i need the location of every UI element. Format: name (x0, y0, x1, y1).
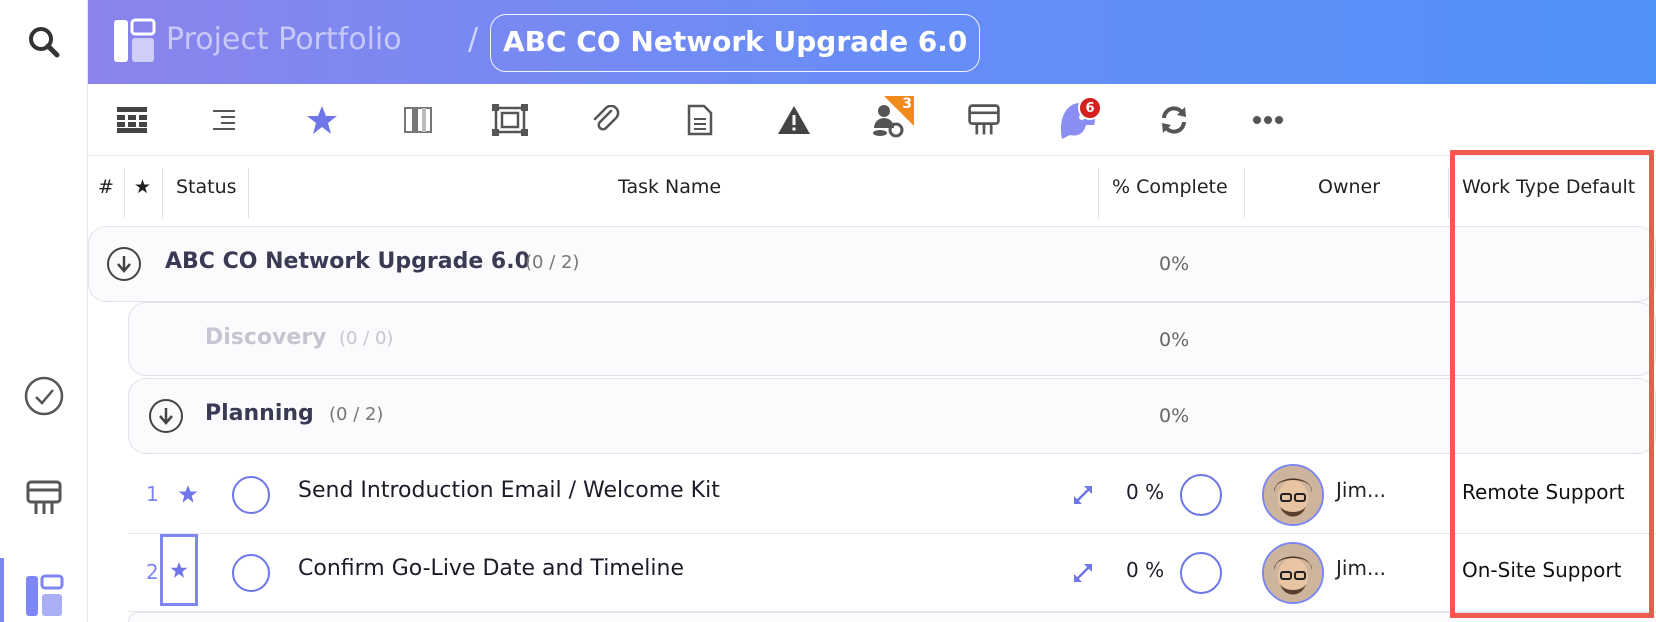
header-bar: Project Portfolio / ABC CO Network Upgra… (88, 0, 1656, 84)
group-pct: 0% (1159, 253, 1190, 275)
group-pct: 0% (1159, 329, 1190, 351)
group-title: Planning (205, 401, 314, 426)
next-row-edge (128, 612, 1656, 622)
col-pct-complete[interactable]: % Complete (1112, 176, 1228, 198)
completion-ring[interactable] (1180, 552, 1222, 594)
board-columns-icon[interactable] (394, 96, 442, 144)
col-task-name[interactable]: Task Name (618, 176, 721, 198)
group-count: (0 / 0) (339, 328, 394, 349)
column-header-row: # ★ Status Task Name % Complete Owner Wo… (88, 158, 1656, 224)
assistant-icon[interactable]: 6 (1054, 96, 1102, 144)
group-count: (0 / 2) (329, 404, 384, 425)
resources-icon[interactable]: 3 (864, 96, 914, 144)
portfolio-logo-icon (112, 18, 156, 64)
group-row-planning[interactable]: Planning (0 / 2) 0% (128, 378, 1656, 454)
task-pct-value[interactable]: 0 % (1126, 480, 1164, 504)
tasks-check-icon[interactable] (20, 372, 68, 420)
task-name[interactable]: Confirm Go-Live Date and Timeline (298, 556, 684, 581)
frame-select-icon[interactable] (486, 96, 534, 144)
collapse-toggle-icon[interactable] (149, 399, 183, 433)
col-owner[interactable]: Owner (1318, 176, 1380, 198)
completion-ring[interactable] (1180, 474, 1222, 516)
work-type-value[interactable]: On-Site Support (1462, 558, 1621, 582)
group-row-project[interactable]: ABC CO Network Upgrade 6.0 (0 / 2) 0% (88, 226, 1656, 302)
avatar[interactable] (1262, 464, 1324, 526)
document-icon[interactable] (676, 96, 724, 144)
active-indicator (0, 558, 4, 622)
task-pct-value[interactable]: 0 % (1126, 558, 1164, 582)
portfolio-icon[interactable] (20, 570, 68, 618)
row-number: 1 (146, 482, 159, 506)
warning-icon[interactable] (770, 96, 818, 144)
attachment-icon[interactable] (582, 96, 630, 144)
grid-view-icon[interactable] (108, 96, 156, 144)
col-star[interactable]: ★ (134, 176, 151, 198)
status-toggle[interactable] (232, 476, 270, 514)
favorite-star-icon[interactable] (160, 534, 198, 606)
col-num[interactable]: # (98, 176, 114, 198)
row-number: 2 (146, 560, 159, 584)
breadcrumb-portfolio[interactable]: Project Portfolio (166, 22, 402, 57)
col-status[interactable]: Status (176, 176, 237, 198)
table-row[interactable]: 2 Confirm Go-Live Date and Timeline 0 % … (128, 534, 1656, 612)
group-count: (0 / 2) (525, 252, 580, 273)
avatar[interactable] (1262, 542, 1324, 604)
refresh-icon[interactable] (1150, 96, 1198, 144)
assistant-badge: 6 (1078, 96, 1102, 120)
search-icon[interactable] (20, 18, 68, 66)
work-type-value[interactable]: Remote Support (1462, 480, 1625, 504)
indent-list-icon[interactable] (200, 96, 248, 144)
presentation-board-icon[interactable] (960, 96, 1008, 144)
group-row-discovery[interactable]: Discovery (0 / 0) 0% (128, 302, 1656, 376)
status-toggle[interactable] (232, 554, 270, 592)
expand-icon[interactable] (1072, 562, 1094, 588)
more-icon[interactable] (1244, 96, 1292, 144)
task-name[interactable]: Send Introduction Email / Welcome Kit (298, 478, 720, 503)
table-row[interactable]: 1 Send Introduction Email / Welcome Kit … (128, 456, 1656, 534)
group-title: ABC CO Network Upgrade 6.0 (165, 249, 530, 274)
star-icon[interactable] (298, 96, 346, 144)
resources-badge: 3 (884, 96, 914, 126)
owner-name[interactable]: Jim... (1336, 478, 1386, 502)
favorite-star-icon[interactable] (178, 484, 198, 508)
toolbar: 3 6 (88, 84, 1656, 156)
group-title: Discovery (205, 325, 327, 350)
group-pct: 0% (1159, 405, 1190, 427)
presentation-icon[interactable] (20, 474, 68, 522)
project-title-field[interactable]: ABC CO Network Upgrade 6.0 (490, 14, 980, 72)
expand-icon[interactable] (1072, 484, 1094, 510)
left-rail (0, 0, 88, 622)
collapse-toggle-icon[interactable] (107, 247, 141, 281)
col-work-type-default[interactable]: Work Type Default (1462, 176, 1635, 198)
owner-name[interactable]: Jim... (1336, 556, 1386, 580)
breadcrumb-separator: / (468, 22, 479, 57)
